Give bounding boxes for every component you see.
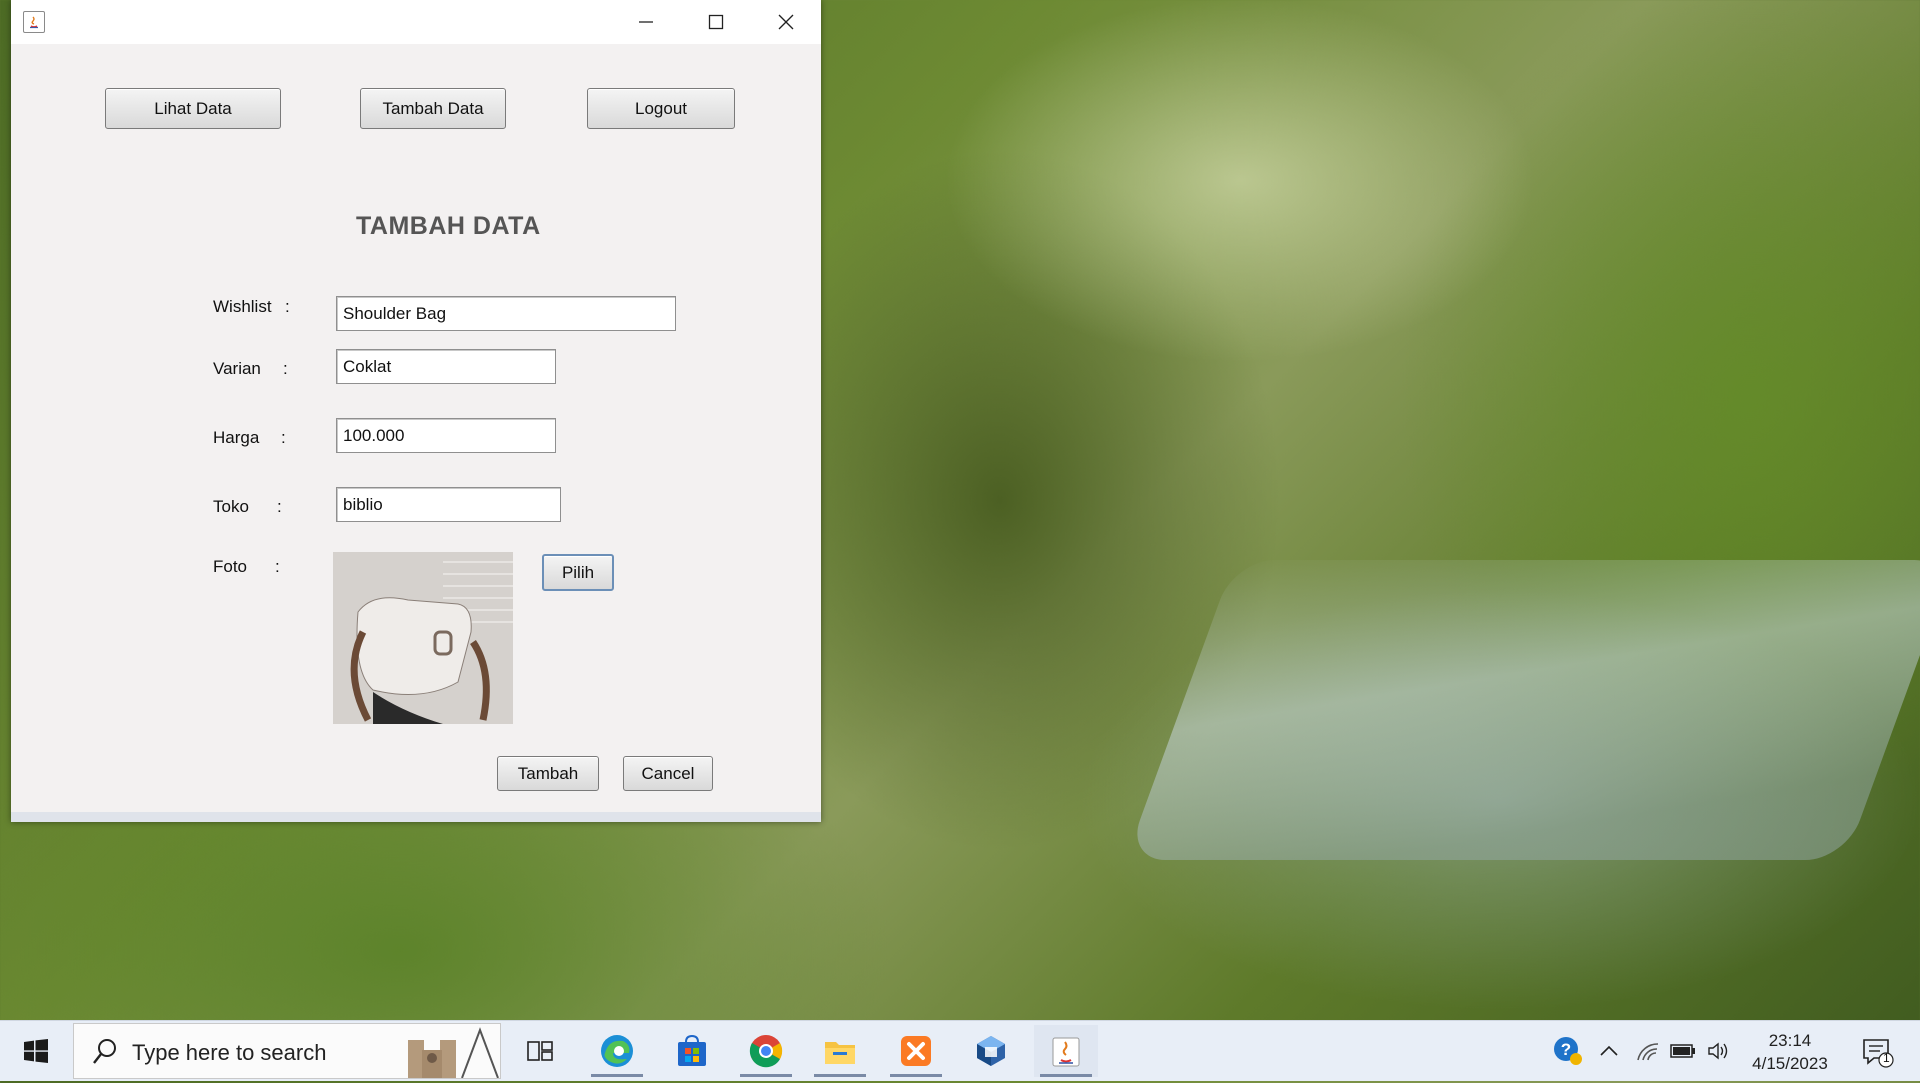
xampp-running-indicator bbox=[890, 1074, 942, 1077]
chevron-up-icon[interactable] bbox=[1594, 1021, 1624, 1081]
chrome-running-indicator bbox=[740, 1074, 792, 1077]
chrome-icon[interactable] bbox=[734, 1025, 798, 1077]
minimize-button[interactable] bbox=[611, 0, 681, 44]
battery-icon[interactable] bbox=[1666, 1021, 1700, 1081]
taskbar: Type here to search ? 23:14 4/15/2023 1 bbox=[0, 1020, 1920, 1081]
toko-colon: : bbox=[277, 497, 282, 516]
varian-label: Varian bbox=[213, 359, 261, 378]
harga-label: Harga bbox=[213, 428, 260, 447]
notification-count: 1 bbox=[1883, 1051, 1890, 1065]
xampp-icon[interactable] bbox=[884, 1025, 948, 1077]
form-title: TAMBAH DATA bbox=[356, 212, 541, 240]
java-app-icon[interactable] bbox=[23, 11, 45, 33]
svg-text:?: ? bbox=[1561, 1040, 1571, 1059]
help-icon[interactable]: ? bbox=[1548, 1021, 1588, 1081]
search-icon bbox=[92, 1038, 118, 1071]
toko-input[interactable]: biblio bbox=[336, 487, 561, 522]
java-running-indicator bbox=[1040, 1074, 1092, 1077]
wishlist-colon: : bbox=[285, 297, 290, 316]
lihat-data-button[interactable]: Lihat Data bbox=[105, 88, 281, 129]
task-view-icon[interactable] bbox=[508, 1025, 572, 1077]
taskbar-search[interactable]: Type here to search bbox=[73, 1023, 501, 1079]
harga-input[interactable]: 100.000 bbox=[336, 418, 556, 453]
product-photo bbox=[333, 552, 513, 724]
java-icon[interactable] bbox=[1034, 1025, 1098, 1077]
varian-input[interactable]: Coklat bbox=[336, 349, 556, 384]
maximize-button[interactable] bbox=[681, 0, 751, 44]
edge-icon[interactable] bbox=[585, 1025, 649, 1077]
desktop-wallpaper-stream bbox=[1125, 560, 1920, 860]
clock-date: 4/15/2023 bbox=[1752, 1054, 1828, 1073]
app-window: Lihat Data Tambah Data Logout TAMBAH DAT… bbox=[11, 0, 821, 822]
cancel-button[interactable]: Cancel bbox=[623, 756, 713, 791]
wifi-icon[interactable] bbox=[1632, 1021, 1664, 1081]
window-bottom-edge bbox=[11, 812, 821, 822]
varian-colon: : bbox=[283, 359, 288, 378]
wishlist-label: Wishlist bbox=[213, 297, 272, 316]
taskbar-clock[interactable]: 23:14 4/15/2023 bbox=[1740, 1029, 1840, 1075]
tambah-data-button[interactable]: Tambah Data bbox=[360, 88, 506, 129]
microsoft-store-icon[interactable] bbox=[660, 1025, 724, 1077]
harga-colon: : bbox=[281, 428, 286, 447]
logout-button[interactable]: Logout bbox=[587, 88, 735, 129]
foto-label: Foto bbox=[213, 557, 248, 576]
volume-icon[interactable] bbox=[1702, 1021, 1736, 1081]
foto-colon: : bbox=[275, 557, 280, 576]
explorer-running-indicator bbox=[814, 1074, 866, 1077]
tambah-button[interactable]: Tambah bbox=[497, 756, 599, 791]
windows-icon bbox=[24, 1039, 48, 1063]
search-placeholder: Type here to search bbox=[132, 1040, 327, 1065]
pilih-button[interactable]: Pilih bbox=[542, 554, 614, 591]
title-bar[interactable] bbox=[11, 0, 821, 44]
wishlist-input[interactable]: Shoulder Bag bbox=[336, 296, 676, 331]
close-button[interactable] bbox=[751, 0, 821, 44]
notification-center-icon[interactable]: 1 bbox=[1852, 1021, 1902, 1081]
file-explorer-icon[interactable] bbox=[808, 1025, 872, 1077]
virtualbox-icon[interactable] bbox=[959, 1025, 1023, 1077]
clock-time: 23:14 bbox=[1768, 1031, 1812, 1050]
edge-running-indicator bbox=[591, 1074, 643, 1077]
toko-label: Toko bbox=[213, 497, 249, 516]
notre-dame-icon bbox=[396, 1026, 500, 1083]
start-button[interactable] bbox=[14, 1021, 58, 1081]
